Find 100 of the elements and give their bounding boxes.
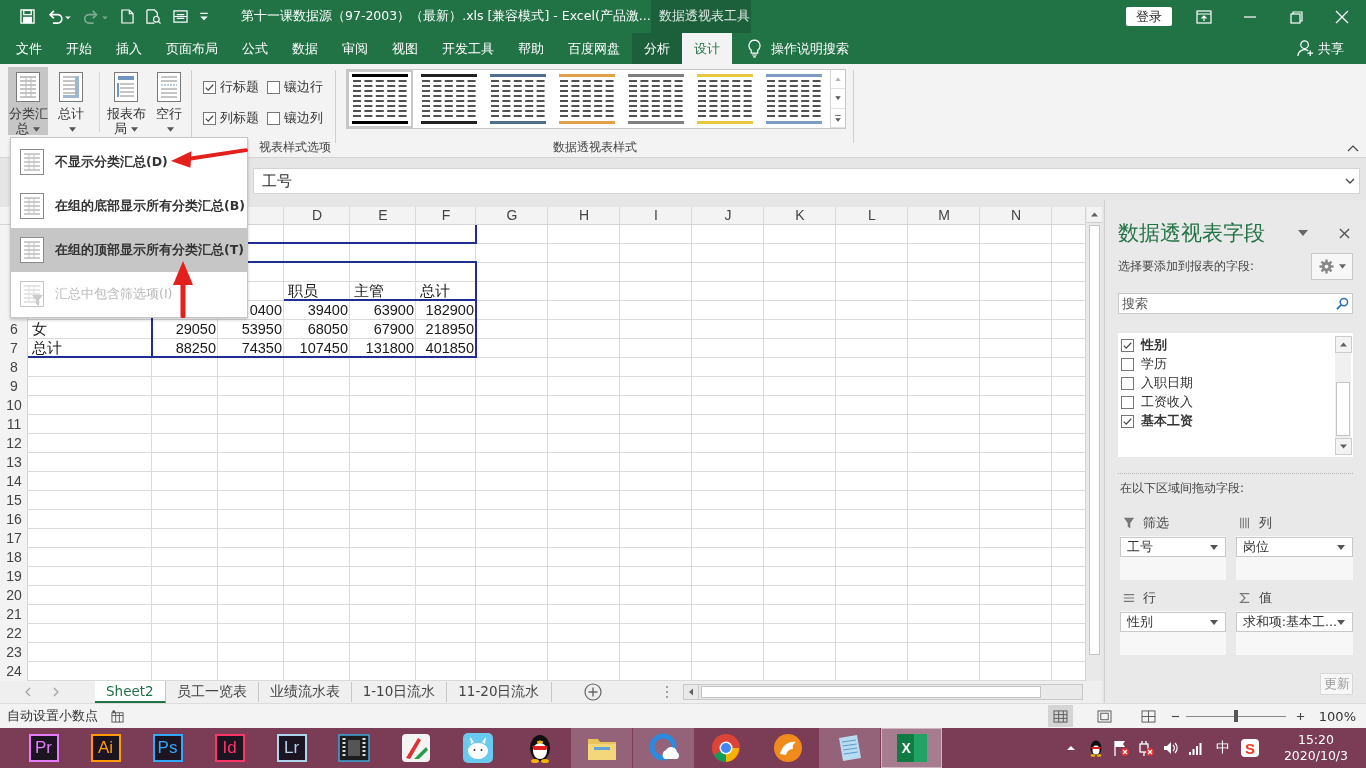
sign-in-button[interactable]: 登录 [1126, 7, 1172, 26]
ribbon-tab[interactable]: 文件 [4, 33, 54, 64]
sheet-tab[interactable]: Sheet2 [95, 681, 166, 703]
row-number[interactable]: 15 [0, 491, 28, 510]
column-header[interactable]: G [476, 207, 548, 225]
column-header[interactable]: H [548, 207, 620, 225]
column-header[interactable]: J [692, 207, 764, 225]
ribbon-tab[interactable]: 分析 [632, 33, 682, 64]
ribbon-tab[interactable]: 插入 [104, 33, 154, 64]
row-number[interactable]: 23 [0, 643, 28, 662]
checkbox[interactable] [1121, 415, 1134, 428]
drop-area[interactable]: 性别 [1120, 611, 1226, 655]
row-number[interactable]: 11 [0, 415, 28, 434]
ribbon-tab[interactable]: 审阅 [330, 33, 380, 64]
row-number[interactable]: 21 [0, 605, 28, 624]
column-header[interactable]: M [908, 207, 980, 225]
field-name[interactable]: 入职日期 [1141, 375, 1193, 392]
column-header[interactable]: N [980, 207, 1052, 225]
input-method-indicator[interactable]: 中 [1215, 739, 1230, 757]
print-preview-icon[interactable] [146, 9, 161, 24]
row-number[interactable]: 14 [0, 472, 28, 491]
field-dropdown[interactable]: 性别 [1120, 612, 1226, 632]
row-number[interactable]: 18 [0, 548, 28, 567]
add-sheet-icon[interactable] [583, 683, 602, 701]
column-header[interactable]: L [836, 207, 908, 225]
column-header[interactable]: F [416, 207, 476, 225]
drop-area[interactable]: 岗位 [1235, 536, 1353, 580]
settings-button[interactable] [1311, 252, 1353, 280]
row-number[interactable]: 20 [0, 586, 28, 605]
ribbon-tab[interactable]: 视图 [380, 33, 430, 64]
scroll-up-icon[interactable] [1086, 207, 1102, 223]
horizontal-scrollbar[interactable] [682, 684, 1083, 700]
sheet-tab[interactable]: 11-20日流水 [447, 682, 552, 702]
field-name[interactable]: 基本工资 [1141, 413, 1193, 430]
scroll-thumb[interactable] [1336, 382, 1350, 436]
taskbar-button[interactable]: Ai [75, 728, 136, 768]
drop-area[interactable]: 工号 [1120, 536, 1226, 580]
row-number[interactable]: 22 [0, 624, 28, 643]
list-scrollbar[interactable] [1335, 336, 1351, 455]
view-button[interactable] [1047, 705, 1073, 727]
row-number[interactable]: 24 [0, 662, 28, 681]
menu-item[interactable]: 不显示分类汇总(D) [11, 140, 170, 184]
sheet-tab[interactable]: 业绩流水表 [258, 682, 352, 702]
scroll-thumb[interactable] [1088, 225, 1100, 655]
caret-icon[interactable] [1298, 230, 1308, 236]
formula-input[interactable]: 工号 [253, 168, 1360, 194]
grid-dot-icon[interactable] [111, 709, 124, 723]
row-number[interactable]: 19 [0, 567, 28, 586]
clock-date[interactable]: 2020/10/3 [1283, 748, 1348, 764]
row-number[interactable]: 16 [0, 510, 28, 529]
share-button[interactable]: 共享 [1297, 33, 1344, 64]
row-number[interactable]: 7 [0, 339, 28, 358]
ribbon-tab[interactable]: 开始 [54, 33, 104, 64]
checkbox[interactable] [1121, 358, 1134, 371]
ribbon-button[interactable]: 分类汇总 [8, 67, 48, 135]
ribbon-button[interactable]: 报表布局 [105, 67, 147, 135]
sheet-tab[interactable]: 员工一览表 [165, 682, 259, 702]
menu-item[interactable]: 在组的底部显示所有分类汇总(B) [11, 184, 247, 228]
checkbox[interactable] [203, 80, 216, 94]
search-field[interactable]: 搜索 [1118, 293, 1353, 314]
flag-icon[interactable] [1111, 739, 1130, 757]
scroll-thumb[interactable] [700, 686, 1041, 698]
ribbon-tab[interactable]: 数据 [280, 33, 330, 64]
ime-logo[interactable]: S [1240, 739, 1259, 757]
more-styles-icon[interactable] [830, 108, 845, 128]
checkbox[interactable] [1121, 339, 1134, 352]
field-dropdown[interactable]: 岗位 [1235, 537, 1353, 557]
column-header[interactable]: D [284, 207, 350, 225]
ribbon-tab[interactable]: 开发工具 [430, 33, 506, 64]
row-number[interactable]: 9 [0, 377, 28, 396]
row-number[interactable]: 8 [0, 358, 28, 377]
plug-icon[interactable] [1136, 739, 1155, 757]
menu-item[interactable]: 在组的顶部显示所有分类汇总(T) [11, 228, 247, 272]
save-icon[interactable] [20, 9, 35, 24]
scroll-down-icon[interactable] [1335, 438, 1352, 455]
undo-icon[interactable] [47, 9, 72, 24]
checkbox[interactable] [1121, 396, 1134, 409]
close-icon[interactable] [1339, 227, 1350, 239]
taskbar-button[interactable]: Lr [261, 728, 322, 768]
drop-area[interactable]: 求和项:基本工... [1235, 611, 1353, 655]
field-dropdown[interactable]: 工号 [1120, 537, 1226, 557]
ribbon-button[interactable]: 空行 [152, 67, 185, 135]
zoom-level[interactable]: 100% [1318, 708, 1356, 724]
search-icon[interactable] [1336, 297, 1349, 310]
chevron-up-icon[interactable] [1347, 145, 1359, 152]
document-icon[interactable] [121, 9, 134, 24]
restore-icon[interactable] [1288, 9, 1304, 24]
ribbon-button[interactable]: 总计 [53, 67, 88, 135]
taskbar-button[interactable]: Id [199, 728, 260, 768]
field-dropdown[interactable]: 求和项:基本工... [1235, 612, 1353, 632]
checkbox[interactable] [267, 80, 280, 94]
plus-icon[interactable] [1295, 711, 1305, 721]
table-style-thumbnail[interactable] [347, 70, 413, 128]
taskbar-button[interactable]: Ps [137, 728, 198, 768]
row-number[interactable]: 12 [0, 434, 28, 453]
scroll-up-icon[interactable] [1335, 336, 1352, 353]
zoom-slider-thumb[interactable] [1233, 709, 1238, 722]
ribbon-tab[interactable]: 页面布局 [154, 33, 230, 64]
row-number[interactable]: 17 [0, 529, 28, 548]
column-header[interactable]: E [350, 207, 416, 225]
